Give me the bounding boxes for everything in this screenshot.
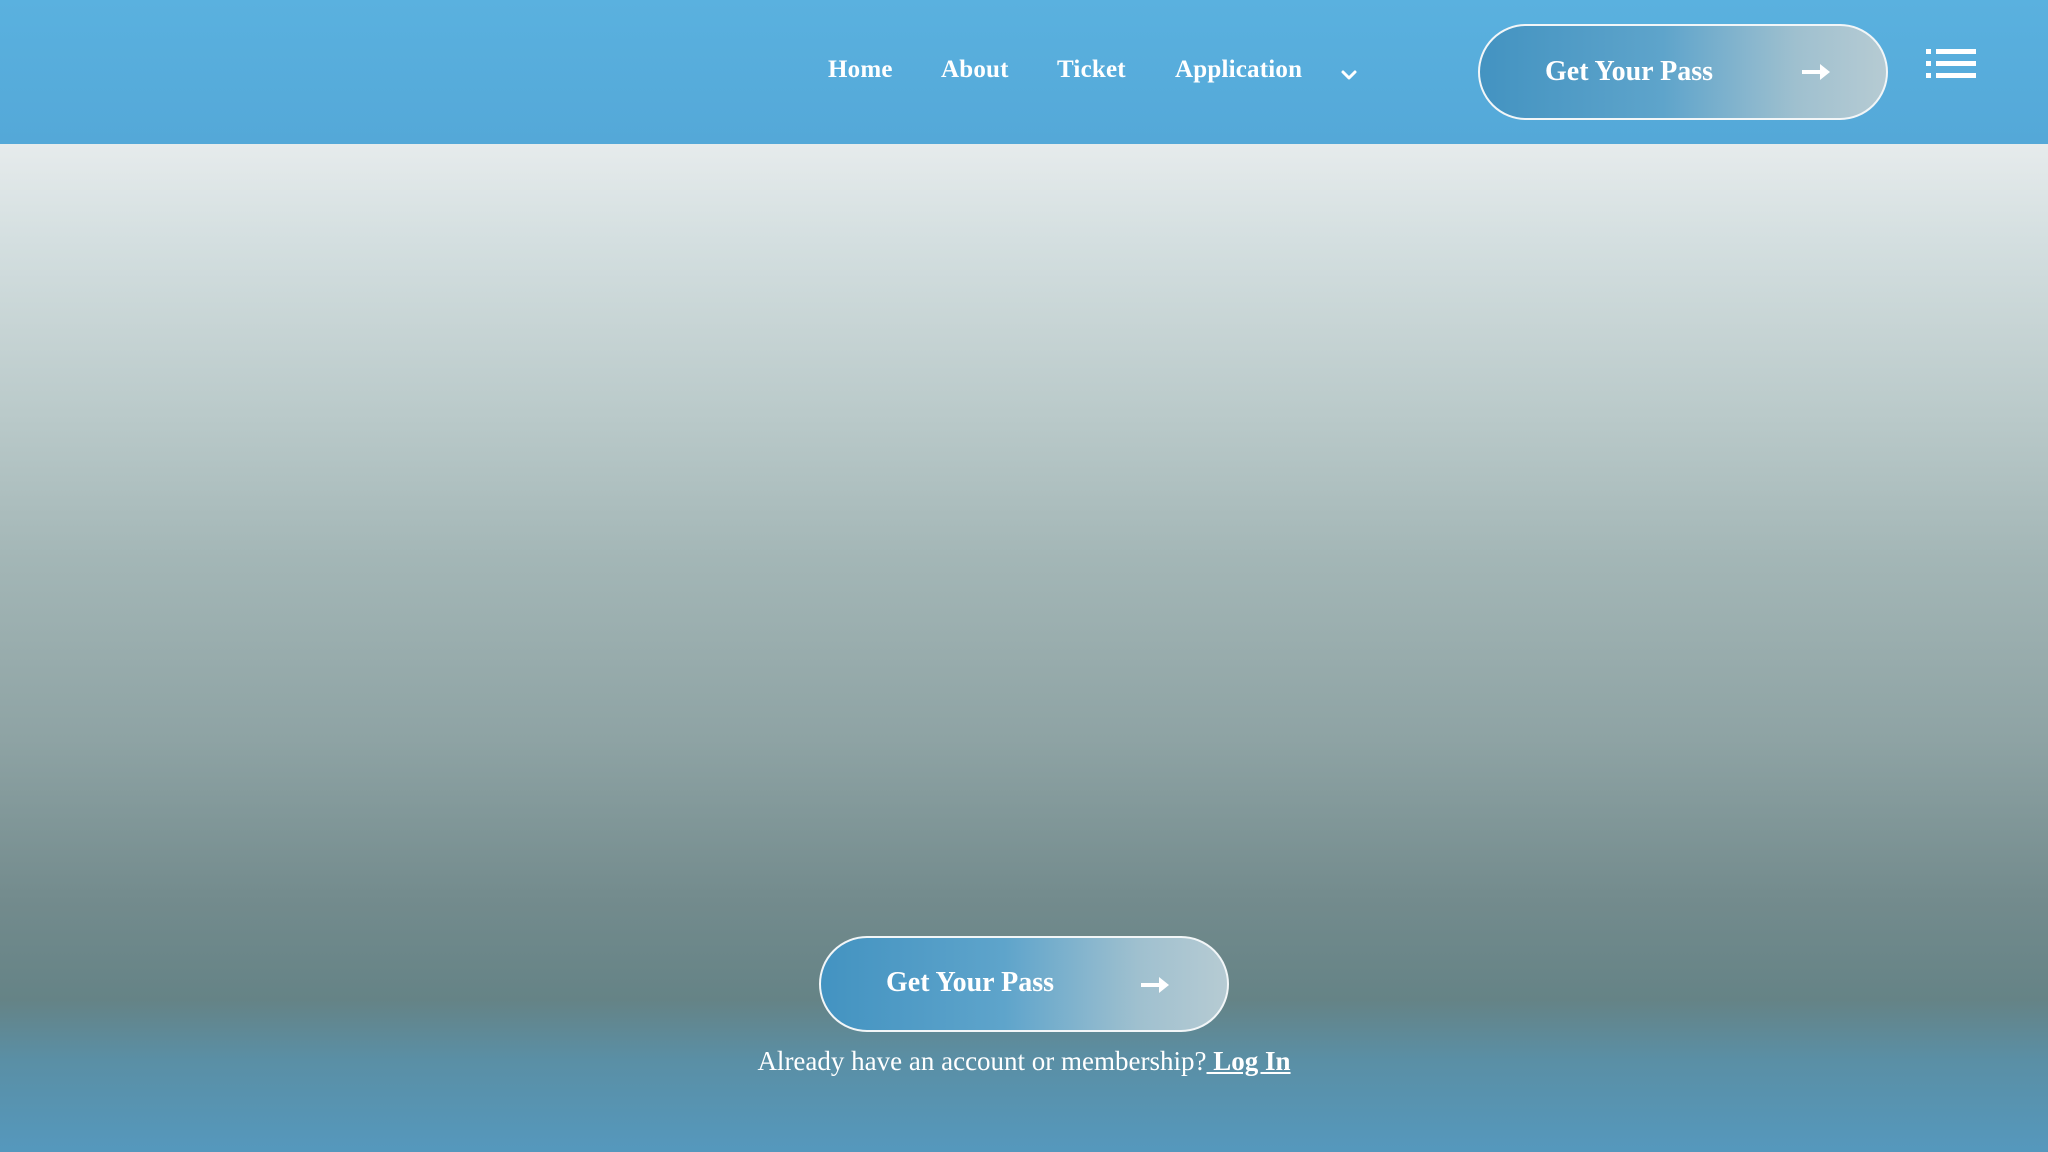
- nav-about[interactable]: About: [941, 56, 1009, 84]
- arrow-right-icon: [1802, 64, 1830, 80]
- hero-get-pass-button[interactable]: Get Your Pass: [819, 936, 1229, 1032]
- nav-application[interactable]: Application: [1175, 56, 1302, 84]
- account-prompt: Already have an account or membership? L…: [0, 1046, 2048, 1077]
- nav-home[interactable]: Home: [828, 56, 893, 84]
- hero-get-pass-label: Get Your Pass: [886, 967, 1054, 998]
- login-link[interactable]: Log In: [1207, 1046, 1290, 1076]
- site-header: Home About Ticket Application Get Your P…: [0, 0, 2048, 144]
- account-prompt-text: Already have an account or membership?: [757, 1046, 1207, 1076]
- chevron-down-icon[interactable]: [1340, 66, 1358, 84]
- nav-ticket[interactable]: Ticket: [1057, 56, 1126, 84]
- header-get-pass-label: Get Your Pass: [1545, 56, 1713, 87]
- list-menu-icon[interactable]: [1926, 48, 1976, 80]
- arrow-right-icon: [1141, 977, 1169, 993]
- header-get-pass-button[interactable]: Get Your Pass: [1478, 24, 1888, 120]
